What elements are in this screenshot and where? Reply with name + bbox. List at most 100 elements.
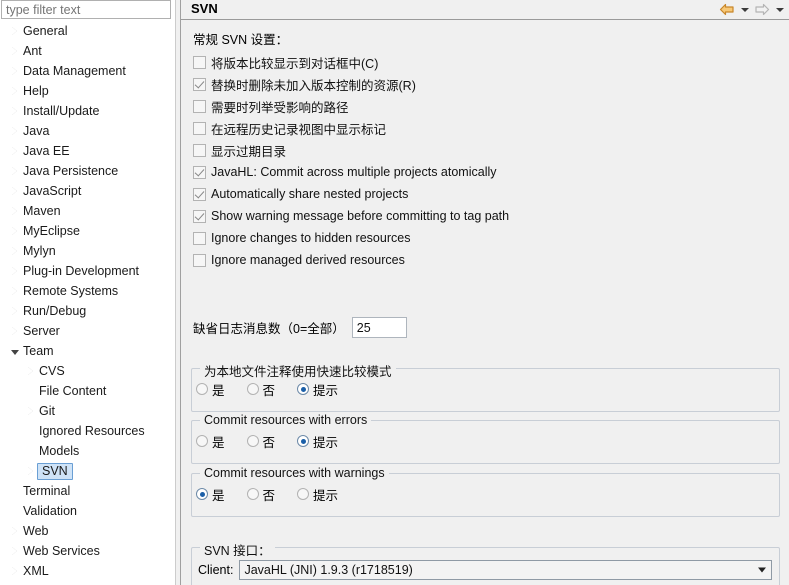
tree-item-validation[interactable]: Validation <box>0 501 175 521</box>
radio-option[interactable]: 提示 <box>297 485 338 504</box>
radio-option[interactable]: 提示 <box>297 380 338 399</box>
chevron-right-icon[interactable] <box>8 206 21 215</box>
tree-item-ant[interactable]: Ant <box>0 41 175 61</box>
chevron-right-icon[interactable] <box>8 146 21 155</box>
tree-item-cvs[interactable]: CVS <box>0 361 175 381</box>
setting-checkbox-row[interactable]: Show warning message before committing t… <box>193 205 509 227</box>
radio-option[interactable]: 提示 <box>297 432 338 451</box>
tree-item-web-services[interactable]: Web Services <box>0 541 175 561</box>
checkbox-unchecked-icon[interactable] <box>193 143 206 157</box>
radio-option[interactable]: 是 <box>196 432 225 451</box>
chevron-right-icon[interactable] <box>8 306 21 315</box>
tree-item-svn[interactable]: SVN <box>0 461 175 481</box>
tree-item-data-management[interactable]: Data Management <box>0 61 175 81</box>
chevron-right-icon[interactable] <box>8 226 21 235</box>
tree-item-models[interactable]: Models <box>0 441 175 461</box>
radio-unselected-icon[interactable] <box>297 488 310 500</box>
setting-checkbox-row[interactable]: Ignore changes to hidden resources <box>193 227 509 249</box>
chevron-right-icon[interactable] <box>24 366 37 375</box>
tree-item-git[interactable]: Git <box>0 401 175 421</box>
radio-group[interactable]: 是 否 提示 <box>192 378 779 400</box>
chevron-right-icon[interactable] <box>8 86 21 95</box>
filter-input[interactable] <box>1 0 171 19</box>
tree-item-general[interactable]: General <box>0 21 175 41</box>
tree-item-terminal[interactable]: Terminal <box>0 481 175 501</box>
tree-item-mylyn[interactable]: Mylyn <box>0 241 175 261</box>
chevron-right-icon[interactable] <box>8 186 21 195</box>
radio-option[interactable]: 是 <box>196 380 225 399</box>
radio-unselected-icon[interactable] <box>196 383 208 395</box>
tree-item-java-persistence[interactable]: Java Persistence <box>0 161 175 181</box>
tree-item-myeclipse[interactable]: MyEclipse <box>0 221 175 241</box>
radio-group[interactable]: 是 否 提示 <box>192 430 779 452</box>
radio-unselected-icon[interactable] <box>246 488 259 500</box>
chevron-right-icon[interactable] <box>8 566 21 575</box>
radio-selected-icon[interactable] <box>297 383 310 395</box>
setting-checkbox-row[interactable]: 需要时列举受影响的路径 <box>193 95 509 117</box>
chevron-right-icon[interactable] <box>8 46 21 55</box>
radio-group[interactable]: 是 否 提示 <box>192 483 779 505</box>
preferences-tree[interactable]: General Ant Data Management Help Install/Upd… <box>0 21 175 581</box>
radio-option[interactable]: 否 <box>246 380 275 399</box>
forward-history-dropdown-icon[interactable] <box>774 2 785 18</box>
radio-option[interactable]: 否 <box>246 432 275 451</box>
tree-item-run-debug[interactable]: Run/Debug <box>0 301 175 321</box>
tree-item-java-ee[interactable]: Java EE <box>0 141 175 161</box>
chevron-right-icon[interactable] <box>8 526 21 535</box>
chevron-right-icon[interactable] <box>8 66 21 75</box>
tree-item-install-update[interactable]: Install/Update <box>0 101 175 121</box>
checkbox-unchecked-icon[interactable] <box>193 121 206 135</box>
checkbox-checked-icon[interactable] <box>193 209 206 223</box>
tree-item-xml[interactable]: XML <box>0 561 175 581</box>
checkbox-unchecked-icon[interactable] <box>193 231 206 245</box>
chevron-down-icon[interactable] <box>8 349 21 355</box>
radio-unselected-icon[interactable] <box>246 435 259 447</box>
checkbox-checked-icon[interactable] <box>193 77 206 91</box>
back-history-dropdown-icon[interactable] <box>739 2 750 18</box>
checkbox-unchecked-icon[interactable] <box>193 55 206 69</box>
setting-checkbox-row[interactable]: 将版本比较显示到对话框中(C) <box>193 51 509 73</box>
setting-checkbox-row[interactable]: Ignore managed derived resources <box>193 249 509 271</box>
chevron-right-icon[interactable] <box>8 246 21 255</box>
chevron-right-icon[interactable] <box>8 26 21 35</box>
tree-item-help[interactable]: Help <box>0 81 175 101</box>
tree-item-maven[interactable]: Maven <box>0 201 175 221</box>
tree-item-ignored-resources[interactable]: Ignored Resources <box>0 421 175 441</box>
setting-checkbox-row[interactable]: Automatically share nested projects <box>193 183 509 205</box>
chevron-right-icon[interactable] <box>24 466 37 475</box>
setting-checkbox-row[interactable]: 在远程历史记录视图中显示标记 <box>193 117 509 139</box>
chevron-right-icon[interactable] <box>8 106 21 115</box>
chevron-right-icon[interactable] <box>24 406 37 415</box>
forward-arrow-icon[interactable] <box>753 2 771 18</box>
setting-checkbox-row[interactable]: 替换时删除未加入版本控制的资源(R) <box>193 73 509 95</box>
tree-item-java[interactable]: Java <box>0 121 175 141</box>
radio-option[interactable]: 是 <box>196 485 225 504</box>
tree-item-web[interactable]: Web <box>0 521 175 541</box>
setting-checkbox-row[interactable]: 显示过期目录 <box>193 139 509 161</box>
chevron-right-icon[interactable] <box>8 126 21 135</box>
client-select[interactable]: JavaHL (JNI) 1.9.3 (r1718519) <box>239 560 773 580</box>
tree-item-javascript[interactable]: JavaScript <box>0 181 175 201</box>
chevron-right-icon[interactable] <box>8 266 21 275</box>
tree-item-file-content[interactable]: File Content <box>0 381 175 401</box>
tree-item-plug-in-development[interactable]: Plug-in Development <box>0 261 175 281</box>
radio-selected-icon[interactable] <box>196 488 208 500</box>
chevron-right-icon[interactable] <box>8 286 21 295</box>
checkbox-checked-icon[interactable] <box>193 165 206 179</box>
tree-item-team[interactable]: Team <box>0 341 175 361</box>
chevron-right-icon[interactable] <box>8 546 21 555</box>
checkbox-unchecked-icon[interactable] <box>193 99 206 113</box>
log-messages-input[interactable] <box>351 317 407 338</box>
chevron-right-icon[interactable] <box>8 326 21 335</box>
radio-unselected-icon[interactable] <box>246 383 259 395</box>
tree-item-server[interactable]: Server <box>0 321 175 341</box>
back-arrow-icon[interactable] <box>718 2 736 18</box>
radio-option[interactable]: 否 <box>246 485 275 504</box>
tree-item-remote-systems[interactable]: Remote Systems <box>0 281 175 301</box>
chevron-right-icon[interactable] <box>8 166 21 175</box>
radio-selected-icon[interactable] <box>297 435 310 447</box>
checkbox-unchecked-icon[interactable] <box>193 253 206 267</box>
radio-unselected-icon[interactable] <box>196 435 208 447</box>
setting-checkbox-row[interactable]: JavaHL: Commit across multiple projects … <box>193 161 509 183</box>
checkbox-checked-icon[interactable] <box>193 187 206 201</box>
